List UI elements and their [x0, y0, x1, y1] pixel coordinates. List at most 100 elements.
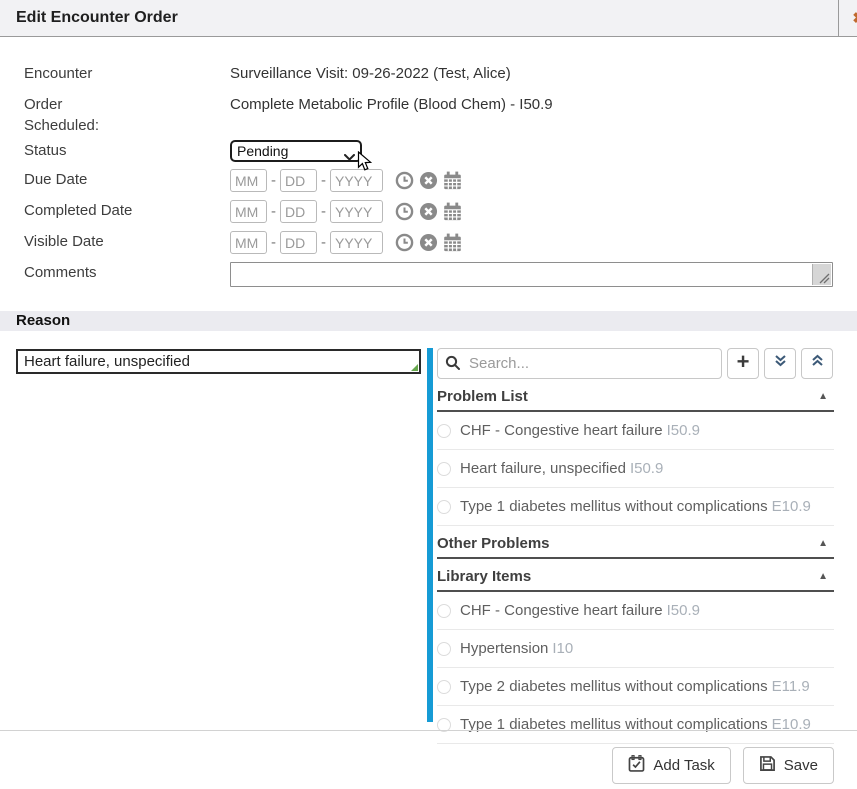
completed-date-day-input[interactable] — [280, 200, 317, 223]
radio-button[interactable] — [437, 500, 451, 514]
collapse-arrow-icon: ▲ — [818, 571, 832, 582]
group-title: Problem List — [437, 388, 528, 405]
encounter-value: Surveillance Visit: 09-26-2022 (Test, Al… — [230, 63, 511, 82]
comments-row: Comments — [24, 262, 833, 287]
add-task-button[interactable]: Add Task — [612, 747, 730, 784]
clear-date-icon[interactable] — [419, 233, 438, 252]
list-item[interactable]: CHF - Congestive heart failureI50.9 — [437, 412, 834, 450]
item-code: I50.9 — [630, 460, 663, 477]
list-item[interactable]: Heart failure, unspecifiedI50.9 — [437, 450, 834, 488]
item-label: CHF - Congestive heart failureI50.9 — [460, 422, 700, 439]
status-select[interactable]: Pending — [230, 140, 362, 162]
double-chevron-down-icon — [773, 354, 788, 373]
group-title: Other Problems — [437, 535, 550, 552]
radio-button[interactable] — [437, 604, 451, 618]
visible-date-label: Visible Date — [24, 231, 230, 250]
item-code: I50.9 — [667, 422, 700, 439]
dialog-header: Edit Encounter Order ✖ — [0, 0, 857, 37]
due-date-month-input[interactable] — [230, 169, 267, 192]
reason-section-title: Reason — [16, 312, 70, 329]
item-label: CHF - Congestive heart failureI50.9 — [460, 602, 700, 619]
calendar-icon[interactable] — [443, 202, 462, 221]
radio-button[interactable] — [437, 462, 451, 476]
visible-date-month-input[interactable] — [230, 231, 267, 254]
completed-date-label: Completed Date — [24, 200, 230, 219]
time-icon[interactable] — [395, 233, 414, 252]
group-header-other-problems[interactable]: Other Problems ▲ — [437, 526, 834, 559]
resize-grip-icon — [411, 364, 418, 371]
dialog-title: Edit Encounter Order — [16, 0, 178, 36]
visible-date-year-input[interactable] — [330, 231, 383, 254]
status-row: Status Pending — [24, 140, 833, 162]
list-item[interactable]: Type 2 diabetes mellitus without complic… — [437, 668, 834, 706]
clear-date-icon[interactable] — [419, 171, 438, 190]
status-selected-value: Pending — [237, 142, 288, 160]
list-item[interactable]: Type 1 diabetes mellitus without complic… — [437, 488, 834, 526]
search-input[interactable] — [437, 348, 722, 379]
add-reason-button[interactable]: + — [727, 348, 759, 379]
order-row: Order Complete Metabolic Profile (Blood … — [24, 94, 833, 113]
list-item[interactable]: Type 1 diabetes mellitus without complic… — [437, 706, 834, 744]
save-button[interactable]: Save — [743, 747, 834, 784]
group-header-problem-list[interactable]: Problem List ▲ — [437, 379, 834, 412]
list-item[interactable]: CHF - Congestive heart failureI50.9 — [437, 592, 834, 630]
reason-section-header: Reason — [0, 311, 857, 331]
edit-encounter-order-dialog: Edit Encounter Order ✖ Encounter Surveil… — [0, 0, 857, 789]
save-icon — [759, 755, 776, 776]
order-value: Complete Metabolic Profile (Blood Chem) … — [230, 94, 553, 113]
item-label: HypertensionI10 — [460, 640, 573, 657]
collapse-all-button[interactable] — [801, 348, 833, 379]
time-icon[interactable] — [395, 171, 414, 190]
due-date-day-input[interactable] — [280, 169, 317, 192]
due-date-row: Due Date - - — [24, 169, 833, 192]
radio-button[interactable] — [437, 424, 451, 438]
encounter-row: Encounter Surveillance Visit: 09-26-2022… — [24, 63, 833, 82]
resize-grip-icon[interactable] — [812, 264, 831, 285]
visible-date-row: Visible Date - - — [24, 231, 833, 254]
chevron-down-icon — [344, 147, 355, 165]
item-label: Type 2 diabetes mellitus without complic… — [460, 678, 810, 695]
list-item[interactable]: HypertensionI10 — [437, 630, 834, 668]
group-header-library-items[interactable]: Library Items ▲ — [437, 559, 834, 592]
save-label: Save — [784, 757, 818, 774]
calendar-icon[interactable] — [443, 171, 462, 190]
scheduled-row: Scheduled: — [24, 115, 833, 137]
item-label: Heart failure, unspecifiedI50.9 — [460, 460, 663, 477]
reason-picker-pane: + Problem List ▲ CHF - Congestive heart … — [437, 348, 834, 744]
calendar-check-icon — [628, 755, 645, 776]
visible-date-day-input[interactable] — [280, 231, 317, 254]
order-form: Encounter Surveillance Visit: 09-26-2022… — [0, 38, 857, 287]
comments-input[interactable] — [230, 262, 833, 287]
date-separator: - — [271, 172, 276, 189]
comments-label: Comments — [24, 262, 230, 281]
footer-divider — [0, 730, 857, 731]
clear-date-icon[interactable] — [419, 202, 438, 221]
group-title: Library Items — [437, 568, 531, 585]
completed-date-month-input[interactable] — [230, 200, 267, 223]
expand-all-button[interactable] — [764, 348, 796, 379]
calendar-icon[interactable] — [443, 233, 462, 252]
footer: Add Task Save — [612, 747, 834, 784]
reason-text-input[interactable]: Heart failure, unspecified — [16, 349, 421, 374]
add-task-label: Add Task — [653, 757, 714, 774]
item-code: E11.9 — [772, 678, 810, 695]
close-icon: ✖ — [852, 9, 857, 27]
completed-date-year-input[interactable] — [330, 200, 383, 223]
status-label: Status — [24, 140, 230, 159]
item-code: E10.9 — [772, 498, 811, 515]
close-button[interactable]: ✖ — [838, 0, 857, 36]
due-date-year-input[interactable] — [330, 169, 383, 192]
radio-button[interactable] — [437, 642, 451, 656]
collapse-arrow-icon: ▲ — [818, 538, 832, 549]
pane-divider — [427, 348, 433, 722]
search-icon — [445, 355, 461, 376]
completed-date-row: Completed Date - - — [24, 200, 833, 223]
time-icon[interactable] — [395, 202, 414, 221]
double-chevron-up-icon — [810, 354, 825, 373]
collapse-arrow-icon: ▲ — [818, 391, 832, 402]
radio-button[interactable] — [437, 680, 451, 694]
order-label: Order — [24, 94, 230, 113]
item-label: Type 1 diabetes mellitus without complic… — [460, 498, 811, 515]
due-date-label: Due Date — [24, 169, 230, 188]
scheduled-label: Scheduled: — [24, 115, 230, 134]
